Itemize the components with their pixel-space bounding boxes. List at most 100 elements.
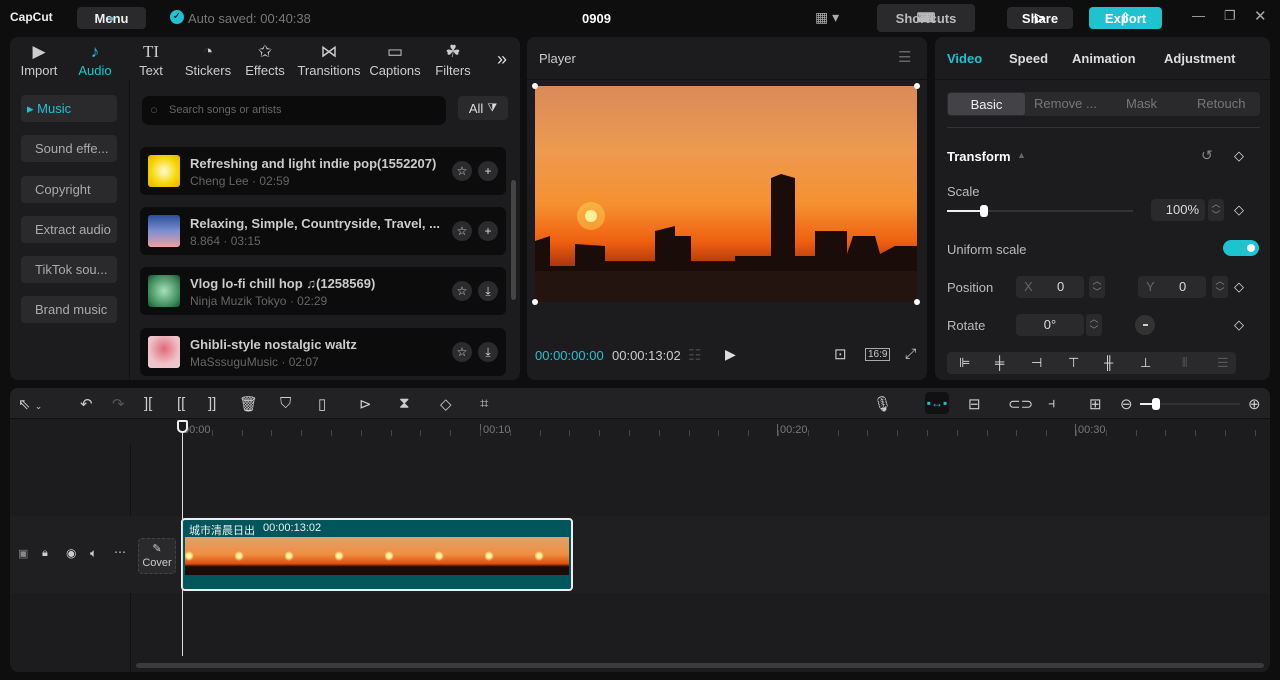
close-icon[interactable]: ✕ — [1254, 7, 1267, 25]
tab-import[interactable]: ▶ Import — [10, 41, 68, 78]
category-copyright[interactable]: Copyright — [21, 176, 117, 203]
lock-icon[interactable]: 🔒︎ — [42, 547, 48, 560]
align-bottom-icon[interactable]: ⊥ — [1140, 355, 1151, 371]
keyframe-icon[interactable]: ◇ — [1234, 279, 1244, 295]
delete-right-icon[interactable]: ]] — [208, 395, 216, 412]
keyframe-icon[interactable]: ◇ — [1234, 317, 1244, 333]
category-music[interactable]: ▸ Music — [21, 95, 117, 122]
keyframe-icon[interactable]: ◇ — [1234, 148, 1244, 164]
microphone-icon[interactable]: 🎙 — [873, 395, 892, 413]
position-x-input[interactable]: X0 — [1016, 276, 1084, 298]
tab-animation[interactable]: Animation — [1072, 51, 1136, 66]
favorite-star-icon[interactable]: ☆ — [452, 342, 472, 362]
more-tabs-icon[interactable]: » — [497, 49, 507, 70]
subtab-mask[interactable]: Mask — [1126, 96, 1157, 111]
transform-heading[interactable]: Transform — [947, 149, 1011, 164]
tab-audio[interactable]: ♪ Audio — [66, 41, 124, 78]
subtab-remove[interactable]: Remove ... — [1034, 96, 1097, 111]
rotate-stepper[interactable]: ︿ ﹀ — [1086, 314, 1102, 336]
video-preview[interactable] — [532, 83, 920, 305]
tab-captions[interactable]: ▭ Captions — [364, 41, 426, 78]
tab-text[interactable]: TI Text — [122, 41, 180, 78]
zoom-out-icon[interactable]: ⊖ — [1120, 395, 1133, 413]
minimize-icon[interactable]: — — [1192, 8, 1205, 23]
align-top-icon[interactable]: ⊤ — [1068, 355, 1079, 371]
align-right-icon[interactable]: ⊣ — [1031, 355, 1042, 371]
distribute-h-icon[interactable]: ⫴ — [1182, 355, 1187, 371]
tab-adjustment[interactable]: Adjustment — [1164, 51, 1236, 66]
tab-filters[interactable]: ☘ Filters — [424, 41, 482, 78]
scale-slider-handle[interactable] — [980, 205, 989, 217]
fullscreen-icon[interactable]: ⤢ — [905, 345, 916, 362]
video-clip[interactable]: 城市清晨日出 00:00:13:02 — [181, 518, 573, 591]
timeline-zoom-slider[interactable] — [1140, 398, 1240, 410]
x-stepper[interactable]: ︿ ﹀ — [1089, 276, 1105, 298]
auto-snap-icon[interactable]: ⊟ — [968, 395, 981, 413]
align-left-icon[interactable]: ⊫ — [959, 355, 970, 371]
freeze-icon[interactable]: ▯ — [318, 395, 326, 413]
select-cursor-icon[interactable]: ⇖ ⌄ — [18, 395, 42, 413]
position-y-input[interactable]: Y0 — [1138, 276, 1206, 298]
split-preview-icon[interactable]: ⫞ — [1048, 395, 1056, 412]
favorite-star-icon[interactable]: ☆ — [452, 161, 472, 181]
audio-volume-icon[interactable]: 🔈︎ — [90, 546, 97, 561]
track-toggle-icon[interactable]: ▣ — [18, 547, 28, 560]
zoom-fit-icon[interactable]: ⊡ — [834, 345, 847, 363]
scale-slider[interactable] — [947, 205, 1133, 217]
subtab-basic[interactable]: Basic — [948, 93, 1025, 115]
reverse-play-icon[interactable]: ⊳ — [359, 395, 372, 413]
rotate-input[interactable]: 0° — [1016, 314, 1084, 336]
tab-stickers[interactable]: ◔ Stickers — [179, 41, 237, 78]
subtab-retouch[interactable]: Retouch — [1197, 96, 1245, 111]
player-menu-icon[interactable]: ☰ — [898, 48, 911, 66]
favorite-star-icon[interactable]: ☆ — [452, 221, 472, 241]
resize-handle[interactable] — [532, 83, 538, 89]
cover-button[interactable]: ✎ Cover — [138, 538, 176, 574]
list-scrollbar[interactable] — [511, 180, 516, 300]
timeline-scrollbar[interactable] — [136, 663, 1264, 668]
shortcuts-button[interactable]: ⌨ Shortcuts — [877, 4, 975, 32]
align-center-v-icon[interactable]: ╫ — [1104, 355, 1113, 370]
delete-icon[interactable]: 🗑 — [239, 395, 258, 413]
share-button[interactable]: ▷ Share — [1007, 7, 1073, 29]
y-stepper[interactable]: ︿ ﹀ — [1212, 276, 1228, 298]
layout-icon[interactable]: ▦ ▾ — [815, 9, 839, 26]
visibility-eye-icon[interactable]: ◉ — [66, 546, 76, 560]
uniform-scale-toggle[interactable] — [1223, 240, 1259, 256]
filter-button[interactable]: All ⧩ — [458, 96, 508, 120]
tab-video[interactable]: Video — [947, 51, 982, 66]
split-icon[interactable]: ][ — [144, 395, 152, 412]
category-sound-effects[interactable]: Sound effe... — [21, 135, 117, 162]
maximize-icon[interactable]: ❐ — [1224, 8, 1236, 24]
rotate-dial[interactable] — [1135, 315, 1155, 335]
tab-effects[interactable]: ✩ Effects — [236, 41, 294, 78]
tab-speed[interactable]: Speed — [1009, 51, 1048, 66]
export-button[interactable]: ⇧ Export — [1089, 7, 1162, 29]
song-item[interactable]: Relaxing, Simple, Countryside, Travel, .… — [140, 207, 506, 255]
download-icon[interactable]: ⤓ — [478, 281, 498, 301]
align-center-h-icon[interactable]: ╪ — [995, 355, 1004, 370]
rotate-icon[interactable]: ◇ — [440, 395, 452, 413]
resize-handle[interactable] — [914, 83, 920, 89]
zoom-slider-handle[interactable] — [1152, 398, 1160, 410]
scale-stepper[interactable]: ︿ ﹀ — [1208, 199, 1224, 221]
collapse-icon[interactable]: ▲ — [1017, 150, 1026, 160]
song-item[interactable]: Refreshing and light indie pop(1552207) C… — [140, 147, 506, 195]
scale-input[interactable]: 100% — [1151, 199, 1205, 221]
resize-handle[interactable] — [914, 299, 920, 305]
resize-handle[interactable] — [532, 299, 538, 305]
link-icon[interactable]: ⊂⊃ — [1008, 395, 1033, 413]
redo-icon[interactable]: ↷ — [112, 395, 125, 413]
favorite-star-icon[interactable]: ☆ — [452, 281, 472, 301]
crop-icon[interactable]: ⌗ — [480, 395, 488, 412]
magnet-snap-icon[interactable]: ▪↔▪ — [925, 392, 949, 414]
reset-icon[interactable]: ↺ — [1201, 147, 1213, 164]
playhead[interactable] — [177, 420, 188, 656]
add-icon[interactable]: + — [478, 221, 498, 241]
add-icon[interactable]: + — [478, 161, 498, 181]
song-item[interactable]: Ghibli-style nostalgic waltz MaSssuguMusi… — [140, 328, 506, 376]
more-options-icon[interactable]: ⋯ — [114, 545, 126, 559]
category-brand-music[interactable]: Brand music — [21, 296, 117, 323]
menu-button[interactable]: Menu • ⌄ — [77, 7, 146, 29]
frame-grid-icon[interactable]: ☷ — [688, 346, 701, 364]
